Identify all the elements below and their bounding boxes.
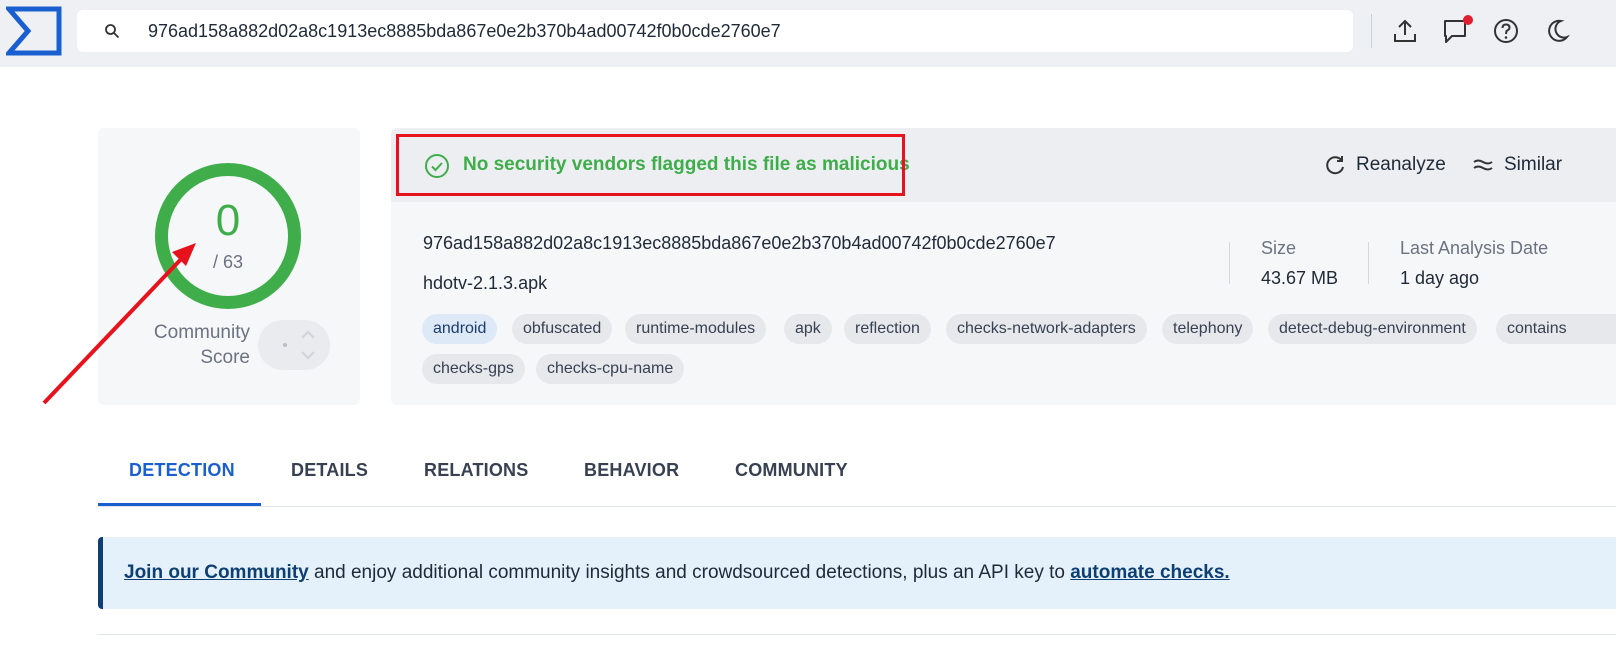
community-score-label: Community Score [130,320,250,370]
help-icon[interactable] [1492,17,1520,45]
tab-community[interactable]: COMMUNITY [735,460,848,481]
last-analysis-value: 1 day ago [1400,268,1480,288]
dark-mode-icon[interactable] [1543,17,1571,45]
tag-detect-debug-environment[interactable]: detect-debug-environment [1268,314,1477,344]
search-icon [105,24,120,39]
vote-arrows-icon [283,330,315,360]
file-hash: 976ad158a882d02a8c1913ec8885bda867e0e2b3… [423,233,1056,253]
community-banner-text: Join our Community and enjoy additional … [124,562,1230,584]
tag-android[interactable]: android [422,314,498,344]
virustotal-logo[interactable] [6,6,62,56]
tag-telephony[interactable]: telephony [1162,314,1254,344]
tab-relations[interactable]: RELATIONS [424,460,528,481]
similar-icon [1473,159,1493,171]
tag-checks-network-adapters[interactable]: checks-network-adapters [946,314,1147,344]
tag-contains[interactable]: contains [1496,314,1616,344]
banner-middle-text: and enjoy additional community insights … [308,562,1071,583]
annotation-highlight-box [396,134,905,196]
community-score-label-line2: Score [200,347,250,368]
tab-behavior[interactable]: BEHAVIOR [584,460,679,481]
detection-count: 0 [215,196,241,245]
section-divider [98,634,1616,635]
community-score-label-line1: Community [153,322,250,343]
tag-runtime-modules[interactable]: runtime-modules [625,314,767,344]
tag-apk[interactable]: apk [784,314,832,344]
similar-label: Similar [1504,154,1563,175]
reanalyze-label: Reanalyze [1356,154,1446,175]
automate-checks-link[interactable]: automate checks. [1070,562,1229,583]
tab-details[interactable]: DETAILS [291,460,368,481]
similar-button[interactable]: Similar [1472,154,1562,176]
tab-detection[interactable]: DETECTION [129,460,235,481]
active-tab-indicator [98,503,261,506]
size-label: Size [1261,238,1297,258]
size-value: 43.67 MB [1261,268,1339,288]
upload-icon[interactable] [1391,17,1419,45]
refresh-icon [1326,156,1344,175]
tag-checks-cpu-name[interactable]: checks-cpu-name [536,354,685,384]
toolbar-divider [1371,14,1372,48]
community-vote-toggle[interactable] [258,320,330,370]
last-analysis-label: Last Analysis Date [1400,238,1549,258]
meta-divider [1229,242,1230,284]
file-name: hdotv-2.1.3.apk [423,273,548,293]
reanalyze-button[interactable]: Reanalyze [1324,154,1446,176]
join-community-link[interactable]: Join our Community [124,562,309,583]
search-bar[interactable] [77,10,1353,52]
tag-obfuscated[interactable]: obfuscated [512,314,613,344]
tag-reflection[interactable]: reflection [844,314,931,344]
detection-total: / 63 [212,252,244,272]
notification-dot [1463,15,1473,25]
search-input[interactable] [148,20,1328,42]
tag-checks-gps[interactable]: checks-gps [422,354,525,384]
meta-divider [1368,242,1369,284]
